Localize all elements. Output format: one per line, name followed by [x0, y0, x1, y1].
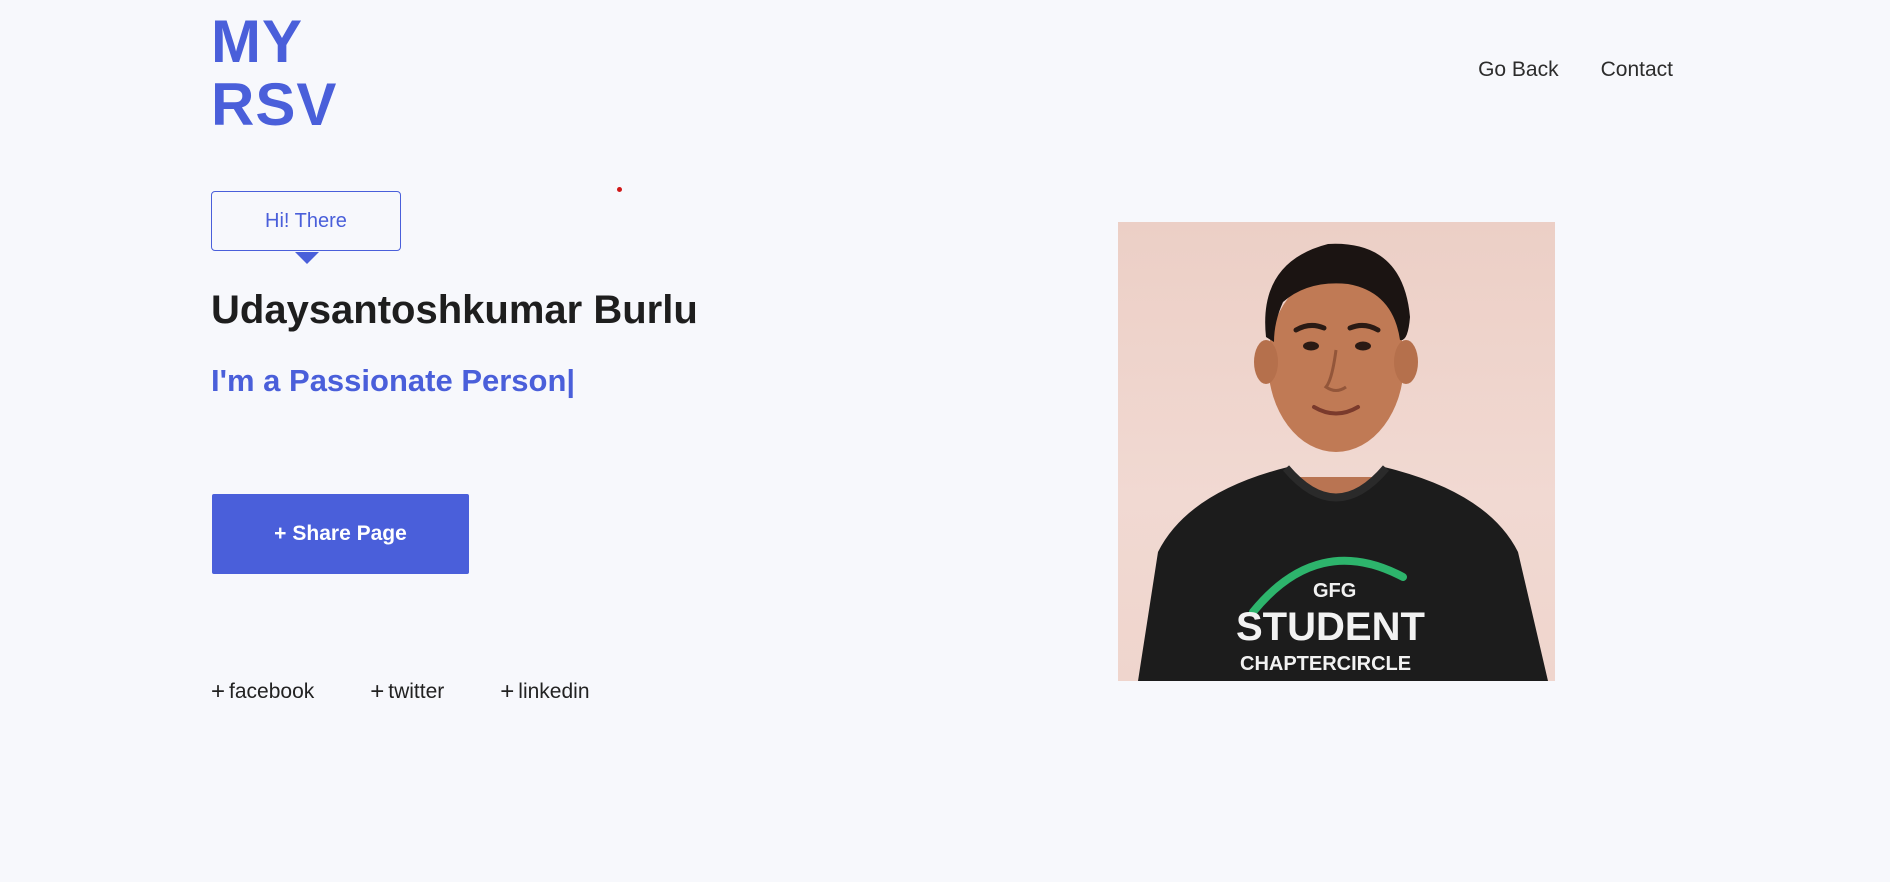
social-link-linkedin[interactable]: + linkedin — [500, 680, 589, 704]
shirt-text-student: STUDENT — [1236, 605, 1425, 649]
social-label: linkedin — [518, 680, 590, 703]
plus-icon: + — [211, 678, 226, 705]
shirt-text-gfg: GFG — [1313, 580, 1356, 602]
profile-photo: GFG STUDENT CHAPTERCIRCLE — [1118, 222, 1555, 681]
social-links: + facebook + twitter + linkedin — [211, 680, 646, 704]
social-label: facebook — [229, 680, 315, 703]
plus-icon: + — [274, 522, 287, 545]
person-name: Udaysantoshkumar Burlu — [211, 288, 698, 332]
logo-line-2: RSV — [211, 71, 338, 138]
nav-contact-link[interactable]: Contact — [1601, 58, 1673, 82]
typed-tagline: I'm a Passionate Person| — [211, 363, 576, 398]
social-link-facebook[interactable]: + facebook — [211, 680, 314, 704]
social-link-twitter[interactable]: + twitter — [370, 680, 444, 704]
nav-go-back-link[interactable]: Go Back — [1478, 58, 1559, 82]
share-page-button[interactable]: + Share Page — [212, 494, 469, 574]
share-page-label: Share Page — [292, 522, 407, 545]
main-nav: Go Back Contact — [1478, 58, 1673, 82]
shirt-text-chapter: CHAPTERCIRCLE — [1240, 653, 1411, 675]
logo-line-1: MY — [211, 8, 303, 75]
greeting-bubble: Hi! There — [211, 191, 401, 251]
plus-icon: + — [370, 678, 385, 705]
site-logo[interactable]: MY RSV — [211, 10, 337, 136]
cursor-dot — [617, 187, 622, 192]
social-label: twitter — [388, 680, 445, 703]
plus-icon: + — [500, 678, 515, 705]
greeting-bubble-pointer — [295, 252, 319, 264]
